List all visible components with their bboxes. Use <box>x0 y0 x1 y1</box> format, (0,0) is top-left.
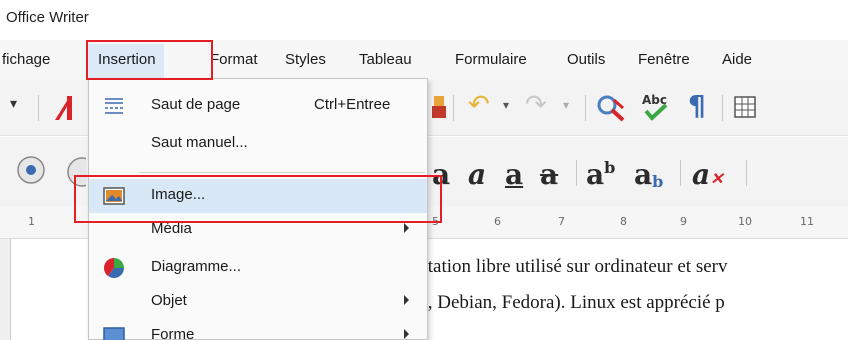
menu-format[interactable]: Format <box>210 51 258 68</box>
ruler-number: 7 <box>558 215 565 228</box>
menu-item-saut-manuel[interactable]: Saut manuel... <box>89 127 427 161</box>
menu-separator <box>139 172 425 173</box>
menu-item-label: Objet <box>151 292 187 309</box>
title-bar: Office Writer <box>0 0 848 36</box>
undo-dropdown-icon[interactable]: ▾ <box>503 98 509 112</box>
toolbar-separator <box>680 160 681 186</box>
menu-item-label: Forme <box>151 326 195 340</box>
toolbar-separator <box>746 160 747 186</box>
formatting-marks-icon[interactable]: ¶ <box>688 89 706 122</box>
chart-icon <box>104 258 124 278</box>
menu-fenetre[interactable]: Fenêtre <box>638 51 690 68</box>
table-icon[interactable] <box>734 96 756 118</box>
toolbar-separator <box>453 95 454 121</box>
update-styles-icon[interactable] <box>14 153 48 187</box>
ruler-number: 6 <box>494 215 501 228</box>
toolbar-separator <box>722 95 723 121</box>
italic-text-icon[interactable]: a <box>468 158 486 191</box>
page-break-icon <box>105 98 123 114</box>
annotation-highlight-insertion <box>86 40 213 80</box>
menu-item-saut-de-page[interactable]: Saut de page Ctrl+Entree <box>89 89 427 123</box>
find-replace-icon[interactable] <box>596 94 626 122</box>
spelling-icon[interactable]: Abc <box>640 91 672 123</box>
undo-icon[interactable]: ↶ <box>468 90 490 120</box>
menu-item-label: Saut manuel... <box>151 134 248 151</box>
menu-tableau[interactable]: Tableau <box>359 51 412 68</box>
redo-dropdown-icon[interactable]: ▾ <box>563 98 569 112</box>
menu-aide[interactable]: Aide <box>722 51 752 68</box>
strikethrough-text-icon[interactable]: a <box>540 158 558 191</box>
menu-affichage[interactable]: fichage <box>2 51 50 68</box>
annotation-highlight-image <box>74 175 442 223</box>
subscript-icon[interactable]: ab <box>634 158 663 191</box>
document-text-line[interactable]: tu, Debian, Fedora). Linux est apprécié … <box>413 292 725 314</box>
ruler-number: 1 <box>28 215 35 228</box>
ruler-number: 10 <box>738 215 752 228</box>
menu-item-diagramme[interactable]: Diagramme... <box>89 251 427 285</box>
submenu-arrow-icon <box>404 295 409 305</box>
ruler-number: 8 <box>620 215 627 228</box>
menu-outils[interactable]: Outils <box>567 51 605 68</box>
dropdown-arrow-icon[interactable]: ▾ <box>10 96 17 112</box>
menu-item-forme[interactable]: Forme <box>89 319 427 340</box>
menu-item-label: Diagramme... <box>151 258 242 275</box>
redo-icon[interactable]: ↷ <box>525 90 547 120</box>
underline-text-icon[interactable]: a <box>505 158 523 191</box>
ruler-number: 9 <box>680 215 687 228</box>
submenu-arrow-icon <box>404 329 409 339</box>
paint-brush-icon[interactable] <box>432 96 446 118</box>
clear-formatting-icon[interactable]: a✕ <box>692 158 724 191</box>
menu-formulaire[interactable]: Formulaire <box>455 51 527 68</box>
superscript-icon[interactable]: ab <box>586 158 615 191</box>
submenu-arrow-icon <box>404 223 409 233</box>
shape-icon <box>103 327 125 340</box>
menu-item-objet[interactable]: Objet <box>89 285 427 319</box>
menu-item-label: Saut de page <box>151 96 241 113</box>
app-title: Office Writer <box>6 9 89 26</box>
toolbar-separator <box>38 95 39 121</box>
menu-item-shortcut: Ctrl+Entree <box>314 96 391 113</box>
document-text-line[interactable]: oitation libre utilisé sur ordinateur et… <box>413 256 727 278</box>
toolbar-separator <box>576 160 577 186</box>
pdf-export-icon[interactable] <box>52 94 74 122</box>
ruler-number: 11 <box>800 215 814 228</box>
menu-styles[interactable]: Styles <box>285 51 326 68</box>
toolbar-separator <box>585 95 586 121</box>
